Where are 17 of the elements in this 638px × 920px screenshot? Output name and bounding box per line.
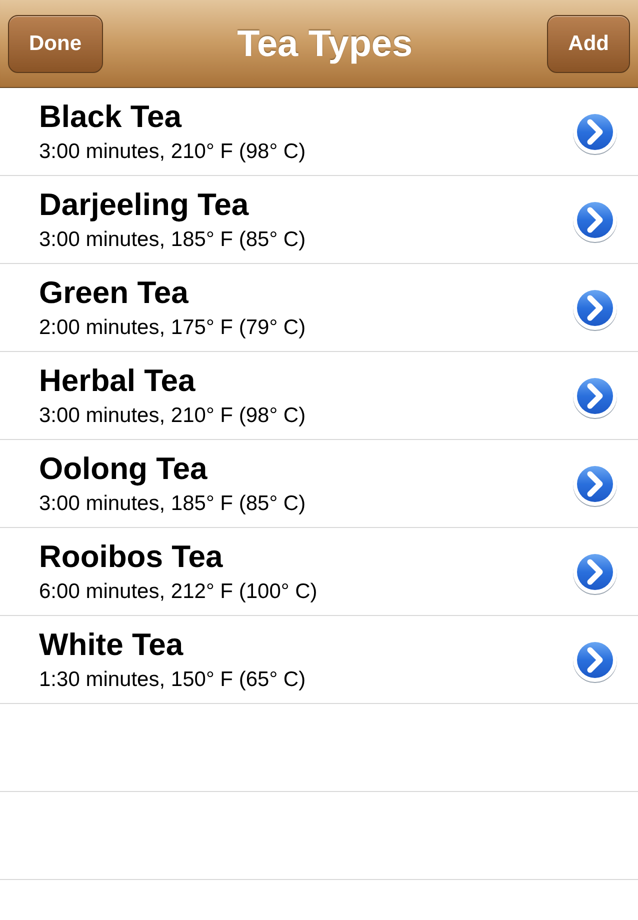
tea-detail: 3:00 minutes, 185° F (85° C) bbox=[39, 490, 307, 516]
tea-detail: 6:00 minutes, 212° F (100° C) bbox=[39, 578, 318, 604]
add-button[interactable]: Add bbox=[547, 14, 630, 72]
tea-detail: 1:30 minutes, 150° F (65° C) bbox=[39, 666, 307, 692]
tea-name: Green Tea bbox=[39, 274, 190, 310]
done-button[interactable]: Done bbox=[8, 14, 102, 72]
tea-name: Oolong Tea bbox=[39, 450, 208, 486]
tea-name: White Tea bbox=[39, 626, 184, 662]
tea-detail: 3:00 minutes, 210° F (98° C) bbox=[39, 138, 307, 164]
tea-detail: 2:00 minutes, 175° F (79° C) bbox=[39, 314, 307, 340]
tea-detail: 3:00 minutes, 185° F (85° C) bbox=[39, 226, 307, 252]
tea-name: Black Tea bbox=[39, 98, 183, 134]
tea-detail: 3:00 minutes, 210° F (98° C) bbox=[39, 402, 307, 428]
tea-name: Darjeeling Tea bbox=[39, 186, 250, 222]
tea-name: Herbal Tea bbox=[39, 362, 196, 398]
tea-name: Rooibos Tea bbox=[39, 538, 224, 574]
window-title: Tea Types bbox=[237, 22, 413, 66]
